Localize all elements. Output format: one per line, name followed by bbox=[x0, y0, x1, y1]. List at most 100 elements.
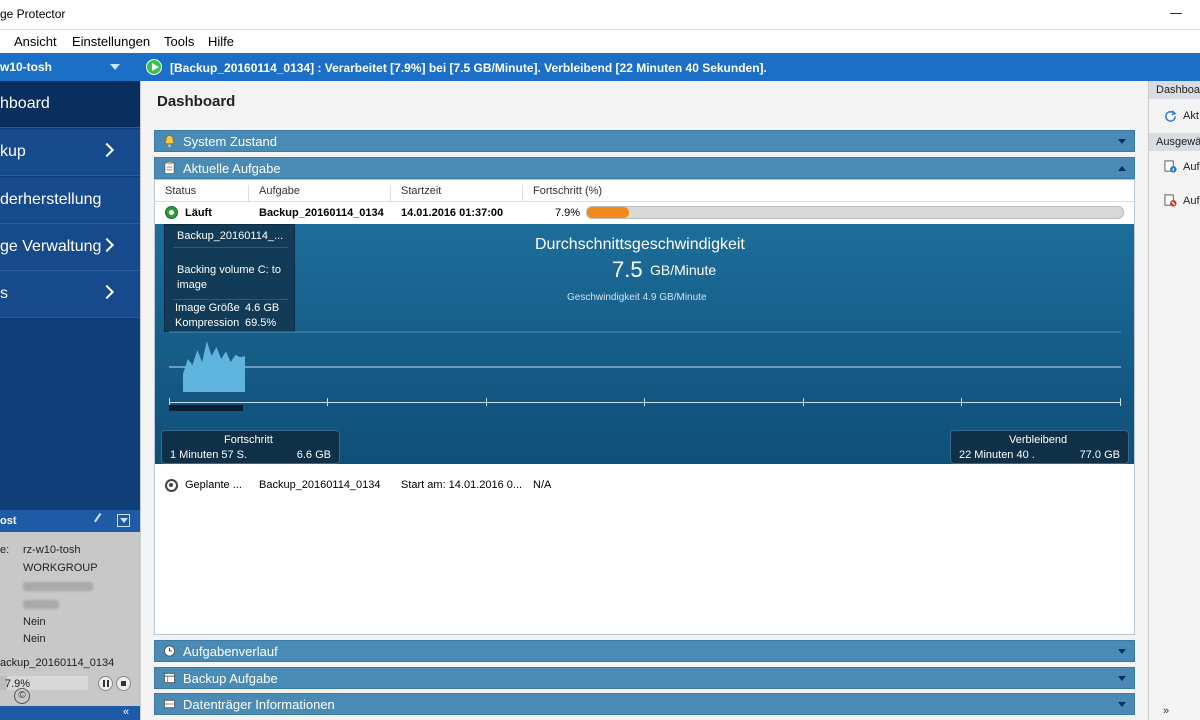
right-panel-action[interactable]: Akt bbox=[1149, 106, 1200, 126]
task-name: Backup_20160114_0134 bbox=[259, 207, 384, 219]
chevron-down-icon bbox=[1118, 139, 1126, 144]
disk-icon bbox=[163, 699, 176, 709]
menu-ansicht[interactable]: Ansicht bbox=[14, 34, 57, 49]
timeline-tick bbox=[327, 398, 328, 406]
pin-icon[interactable] bbox=[94, 513, 108, 527]
sidebar-item-restore[interactable]: derherstellung bbox=[0, 177, 140, 224]
section-label: Datenträger Informationen bbox=[183, 697, 335, 712]
timeline-tick bbox=[486, 398, 487, 406]
avg-speed-title: Durchschnittsgeschwindigkeit bbox=[535, 236, 745, 253]
column-header-status[interactable]: Status bbox=[155, 185, 196, 201]
stat-size: 77.0 GB bbox=[1079, 449, 1120, 461]
section-label: System Zustand bbox=[183, 134, 277, 149]
title-bar: ge Protector bbox=[0, 0, 1200, 30]
right-panel-title: Ausgewä bbox=[1156, 136, 1200, 148]
chevron-down-icon[interactable] bbox=[110, 64, 120, 70]
chevron-up-icon bbox=[1118, 166, 1126, 171]
sidebar-item-label: kup bbox=[0, 143, 26, 160]
menu-bar: Ansicht Einstellungen Tools Hilfe bbox=[0, 30, 1200, 53]
task-status: Geplante ... bbox=[185, 479, 242, 491]
chevron-down-icon bbox=[1118, 676, 1126, 681]
table-row[interactable]: Geplante ... Backup_20160114_0134 Start … bbox=[155, 474, 1134, 496]
page-title: Dashboard bbox=[157, 93, 236, 110]
column-header-start[interactable]: Startzeit bbox=[390, 185, 441, 201]
section-system-status[interactable]: System Zustand bbox=[154, 130, 1135, 152]
stat-title: Fortschritt bbox=[224, 434, 273, 446]
timeline-tick bbox=[644, 398, 645, 406]
task-start-time: 14.01.2016 01:37:00 bbox=[401, 207, 504, 219]
image-size-value: 4.6 GB bbox=[245, 302, 280, 314]
right-panel-action-label: Akt bbox=[1183, 110, 1199, 122]
main-content: Dashboard System Zustand Aktuelle Aufgab… bbox=[140, 81, 1147, 720]
task-name: Backup_20160114_0134 bbox=[259, 479, 381, 491]
host-panel-header: ost bbox=[0, 510, 140, 532]
section-backup-task[interactable]: Backup Aufgabe bbox=[154, 667, 1135, 689]
sidebar-item-dashboard[interactable]: hboard bbox=[0, 81, 140, 128]
section-label: Aufgabenverlauf bbox=[183, 644, 278, 659]
blurred-user bbox=[23, 600, 59, 609]
menu-tools[interactable]: Tools bbox=[164, 34, 194, 49]
blurred-ip bbox=[23, 582, 93, 591]
clock-icon bbox=[163, 645, 176, 657]
section-task-history[interactable]: Aufgabenverlauf bbox=[154, 640, 1135, 662]
column-header-task[interactable]: Aufgabe bbox=[248, 185, 300, 201]
window-title: ge Protector bbox=[0, 7, 66, 21]
stat-title: Verbleibend bbox=[1009, 434, 1068, 446]
menu-hilfe[interactable]: Hilfe bbox=[208, 34, 234, 49]
sidebar-item-tools[interactable]: s bbox=[0, 271, 140, 318]
host-row-6: Nein bbox=[23, 633, 46, 645]
sidebar-item-image-management[interactable]: ge Verwaltung bbox=[0, 224, 140, 271]
progress-fill bbox=[587, 207, 630, 218]
bell-icon bbox=[164, 135, 175, 147]
section-current-task[interactable]: Aktuelle Aufgabe bbox=[154, 157, 1135, 179]
table-row[interactable]: Läuft Backup_20160114_0134 14.01.2016 01… bbox=[155, 202, 1134, 224]
host-panel-footer: « bbox=[0, 706, 140, 720]
info-action-line-1: Backing volume C: to bbox=[177, 264, 281, 276]
stop-icon[interactable] bbox=[116, 676, 131, 691]
task-delete-icon bbox=[1164, 194, 1177, 207]
menu-einstellungen[interactable]: Einstellungen bbox=[72, 34, 150, 49]
pause-icon[interactable] bbox=[98, 676, 113, 691]
speed-graph bbox=[169, 331, 1121, 392]
right-panel: Dashboa Akt Ausgewä Auf Auf » bbox=[1148, 81, 1200, 720]
host-panel-title: ost bbox=[0, 515, 17, 527]
dropdown-icon[interactable] bbox=[117, 514, 130, 527]
machine-selector[interactable]: w10-tosh bbox=[0, 60, 52, 74]
collapse-icon[interactable]: « bbox=[123, 706, 129, 718]
sidebar-item-backup[interactable]: kup bbox=[0, 129, 140, 176]
section-label: Aktuelle Aufgabe bbox=[183, 161, 281, 176]
right-panel-header: Ausgewä bbox=[1149, 133, 1200, 151]
remaining-stat-box: Verbleibend 22 Minuten 40 . 77.0 GB bbox=[950, 430, 1129, 464]
right-panel-action[interactable]: Auf bbox=[1149, 157, 1200, 177]
timeline-tick bbox=[961, 398, 962, 406]
current-speed: Geschwindigkeit 4.9 GB/Minute bbox=[567, 292, 707, 303]
stat-time: 22 Minuten 40 . bbox=[959, 449, 1035, 461]
avg-speed-value: 7.5 bbox=[612, 257, 643, 282]
task-status: Läuft bbox=[185, 207, 212, 219]
task-start-time: Start am: 14.01.2016 0... bbox=[401, 479, 523, 491]
sidebar-item-label: s bbox=[0, 285, 8, 302]
timeline bbox=[169, 398, 1121, 411]
column-header-progress[interactable]: Fortschritt (%) bbox=[522, 185, 602, 201]
divider bbox=[173, 247, 288, 248]
task-progress-text: N/A bbox=[533, 479, 552, 491]
timeline-line bbox=[169, 402, 1121, 403]
play-icon bbox=[146, 59, 162, 75]
collapse-icon[interactable]: » bbox=[1163, 705, 1169, 717]
table-icon bbox=[163, 672, 176, 684]
speed-area bbox=[183, 341, 245, 392]
right-panel-header: Dashboa bbox=[1149, 81, 1200, 99]
host-name-label: e: bbox=[0, 544, 10, 556]
table-header: Status Aufgabe Startzeit Fortschritt (%) bbox=[155, 180, 1134, 202]
running-icon bbox=[165, 206, 178, 219]
section-disk-info[interactable]: Datenträger Informationen bbox=[154, 693, 1135, 715]
status-message: [Backup_20160114_0134] : Verarbeitet [7.… bbox=[170, 61, 767, 75]
avg-speed-unit: GB/Minute bbox=[650, 262, 717, 278]
refresh-icon bbox=[1165, 110, 1177, 122]
task-detail-panel: Backup_20160114_... Backing volume C: to… bbox=[155, 224, 1134, 464]
timeline-tick bbox=[1120, 398, 1121, 406]
right-panel-action[interactable]: Auf bbox=[1149, 191, 1200, 211]
timeline-done bbox=[169, 405, 243, 411]
minimize-button[interactable] bbox=[1170, 5, 1184, 19]
host-job: ackup_20160114_0134 bbox=[0, 657, 115, 669]
